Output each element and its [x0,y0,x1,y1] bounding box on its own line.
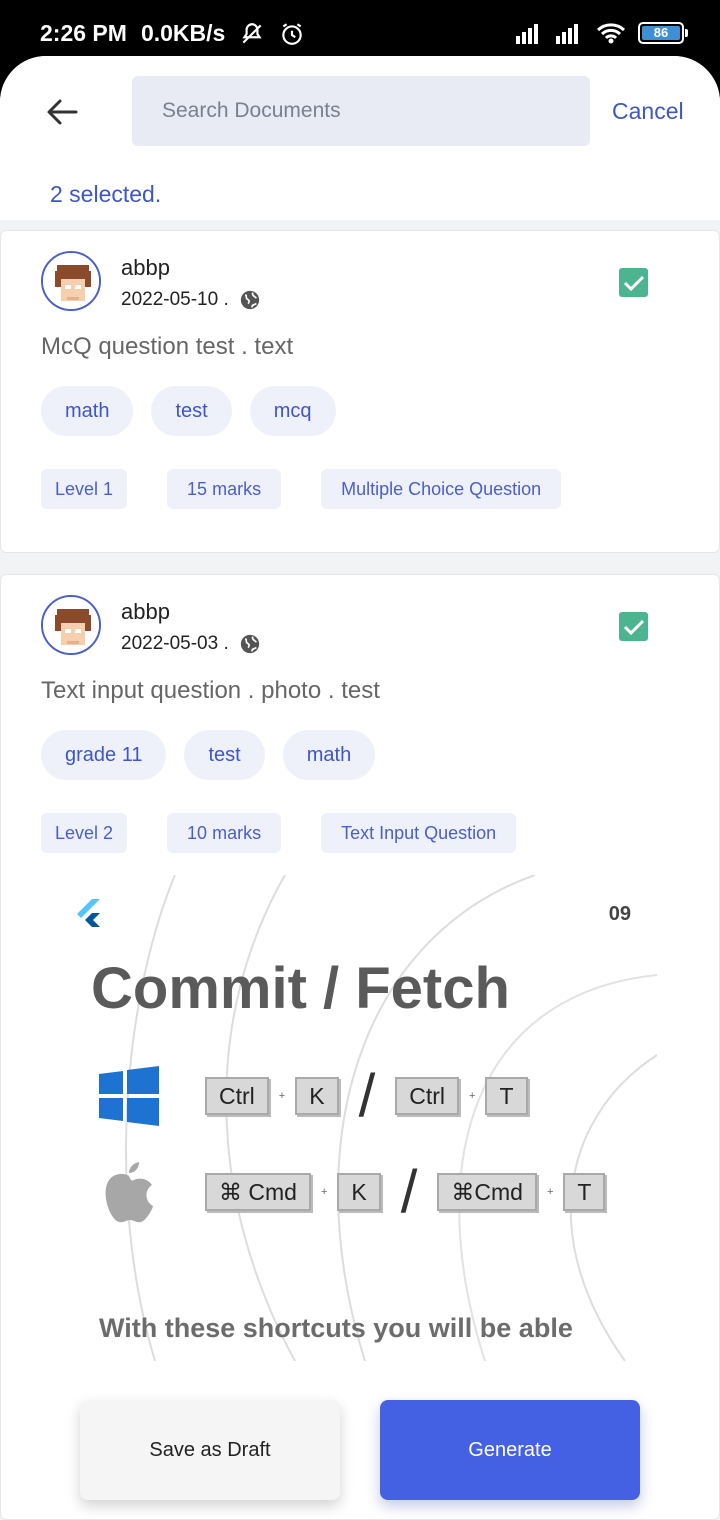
globe-icon [240,290,259,310]
avatar [41,251,101,311]
back-button[interactable] [42,92,82,132]
flutter-logo-icon [77,899,100,927]
slide-heading: Commit / Fetch [91,956,510,1021]
attachment-image[interactable]: 09 Commit / Fetch Ctrl + K / Ctrl + T ⌘ … [65,875,657,1361]
document-title: Text input question . photo . test [41,677,380,704]
globe-icon [240,634,259,654]
battery-icon: 86 [638,22,688,44]
avatar-image [43,597,99,653]
mac-shortcut-row: ⌘ Cmd + K / ⌘Cmd + T [99,1157,606,1226]
document-date: 2022-05-10 . [121,289,229,310]
tag-chip[interactable]: math [41,386,134,436]
arrow-left-icon [47,99,78,125]
document-title: McQ question test . text [41,333,294,360]
save-draft-button[interactable]: Save as Draft [80,1400,340,1500]
checkmark-icon [623,275,644,291]
tag-chip[interactable]: test [151,386,232,436]
key-t: T [563,1172,606,1211]
key-ctrl: Ctrl [395,1076,460,1115]
selected-count: 2 selected. [50,181,162,207]
alarm-icon [282,22,303,45]
slide-number: 09 [608,903,631,925]
select-checkbox[interactable] [619,268,648,297]
mute-icon [242,22,262,43]
tag-chip[interactable]: test [184,730,265,780]
tag-list: grade 11 test math [41,730,376,780]
tag-chip[interactable]: math [282,730,376,780]
apple-logo-icon [105,1161,153,1222]
key-ctrl: Ctrl [205,1076,269,1115]
generate-button[interactable]: Generate [380,1400,640,1500]
signal-icon [556,24,578,44]
meta-row: Level 1 15 marks Multiple Choice Questio… [41,469,562,509]
key-cmd: ⌘Cmd [437,1172,537,1211]
signal-icon [516,24,538,44]
search-header: Cancel 2 selected. [0,56,720,220]
marks-badge: 15 marks [167,469,282,509]
author-name: abbp [121,255,170,280]
select-checkbox[interactable] [619,612,648,641]
level-badge: Level 2 [41,813,128,853]
search-input[interactable] [132,76,590,146]
key-t: T [485,1076,528,1115]
checkmark-icon [623,619,644,635]
key-cmd: ⌘ Cmd [205,1172,311,1211]
wifi-icon [596,23,626,44]
question-type-badge: Multiple Choice Question [321,469,562,509]
key-k: K [295,1076,339,1115]
date-row: 2022-05-03 . [121,633,261,655]
question-type-badge: Text Input Question [321,813,517,853]
document-date: 2022-05-03 . [121,633,229,654]
key-k: K [337,1172,381,1211]
level-badge: Level 1 [41,469,128,509]
meta-row: Level 2 10 marks Text Input Question [41,813,517,853]
network-speed: 0.0KB/s [140,20,226,46]
tag-chip[interactable]: grade 11 [41,730,167,780]
avatar [41,595,101,655]
date-row: 2022-05-10 . [121,289,261,311]
author-name: abbp [121,599,170,624]
battery-level: 86 [642,26,680,40]
document-card[interactable]: abbp 2022-05-03 . Text input question . … [0,574,720,1520]
main-sheet: Cancel 2 selected. abbp 2022-05-10 . McQ… [0,56,720,1520]
windows-shortcut-row: Ctrl + K / Ctrl + T [99,1061,528,1130]
tag-list: math test mcq [41,386,336,436]
marks-badge: 10 marks [167,813,282,853]
document-card[interactable]: abbp 2022-05-10 . McQ question test . te… [0,230,720,553]
tag-chip[interactable]: mcq [249,386,336,436]
cancel-button[interactable]: Cancel [612,98,684,125]
avatar-image [43,253,99,309]
windows-logo-icon [99,1065,159,1126]
status-time: 2:26 PM [40,20,127,46]
slide-caption: With these shortcuts you will be able [99,1313,573,1343]
